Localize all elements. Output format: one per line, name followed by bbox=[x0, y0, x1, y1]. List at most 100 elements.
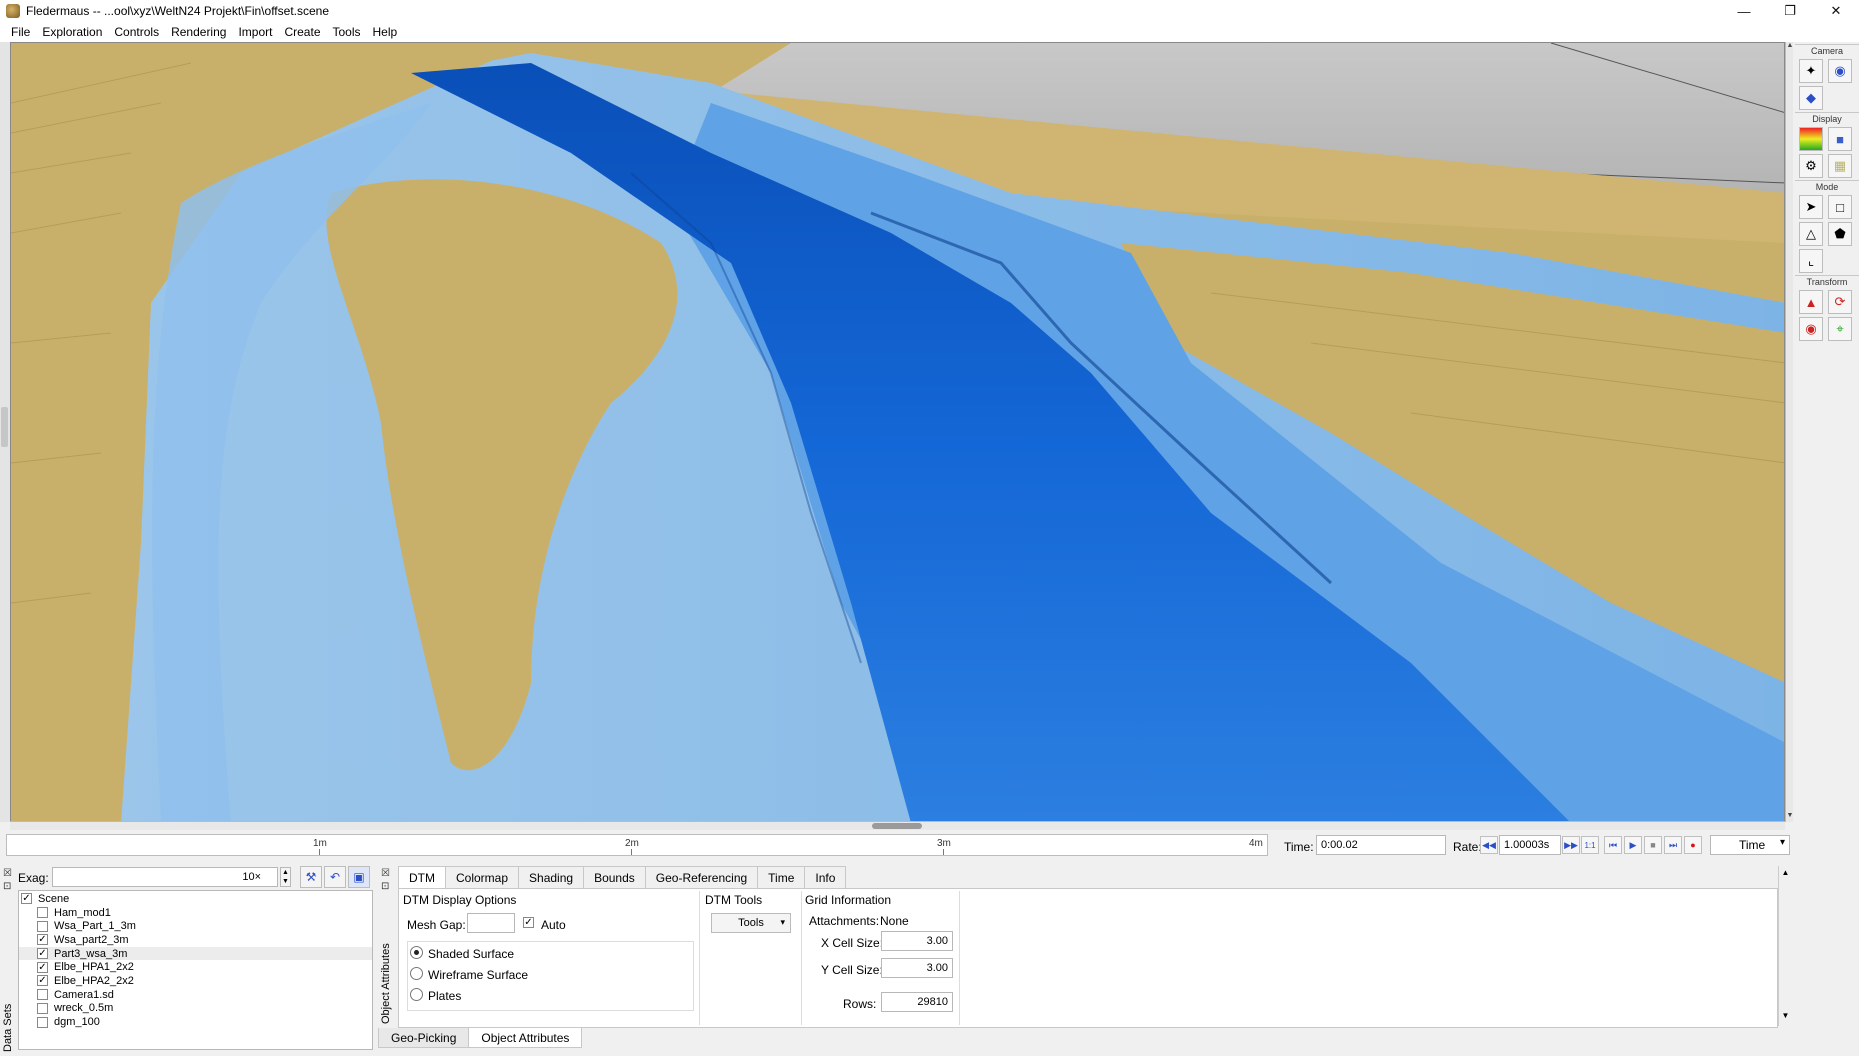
scroll-up-icon[interactable]: ▲ bbox=[1779, 868, 1792, 877]
tab-dtm[interactable]: DTM bbox=[398, 866, 446, 889]
time-mode-select[interactable]: Time ▾ bbox=[1710, 835, 1790, 855]
cube-view-icon[interactable]: ■ bbox=[1828, 127, 1852, 151]
camera-orbit-icon[interactable]: ✦ bbox=[1799, 59, 1823, 83]
tab-geo-picking[interactable]: Geo-Picking bbox=[378, 1028, 470, 1048]
scroll-up-icon[interactable]: ▲ bbox=[1786, 42, 1794, 52]
float-panel-icon[interactable]: ⊡ bbox=[381, 882, 391, 892]
scroll-down-icon[interactable]: ▼ bbox=[1786, 812, 1794, 822]
tree-item[interactable]: Wsa_Part_1_3m bbox=[19, 919, 372, 933]
rate-faster-icon[interactable]: ▶▶ bbox=[1562, 836, 1580, 854]
tree-item[interactable]: Camera1.sd bbox=[19, 988, 372, 1002]
texture-icon[interactable]: ▦ bbox=[1828, 154, 1852, 178]
camera-fly-icon[interactable]: ◉ bbox=[1828, 59, 1852, 83]
scroll-down-icon[interactable]: ▼ bbox=[1779, 1011, 1792, 1020]
viewport-horizontal-scrollbar[interactable] bbox=[10, 821, 1785, 830]
rect-select-icon[interactable]: □ bbox=[1828, 195, 1852, 219]
tree-item[interactable]: Ham_mod1 bbox=[19, 906, 372, 920]
tab-time[interactable]: Time bbox=[757, 866, 806, 888]
tree-item[interactable]: wreck_0.5m bbox=[19, 1002, 372, 1016]
rows-field[interactable]: 29810 bbox=[881, 992, 953, 1012]
tree-item[interactable]: dgm_100 bbox=[19, 1015, 372, 1029]
menu-controls[interactable]: Controls bbox=[108, 25, 165, 39]
timeline-ruler[interactable]: 1m 2m 3m 4m bbox=[6, 834, 1268, 856]
colorbar-icon[interactable] bbox=[1799, 127, 1823, 151]
dock-splitter-handle[interactable] bbox=[1, 407, 8, 447]
menu-rendering[interactable]: Rendering bbox=[165, 25, 232, 39]
tab-object-attributes[interactable]: Object Attributes bbox=[468, 1028, 583, 1048]
exag-input[interactable]: 10× bbox=[52, 867, 278, 887]
auto-checkbox[interactable]: ✓ bbox=[523, 917, 534, 928]
axes-icon[interactable]: ⌖ bbox=[1828, 317, 1852, 341]
polygon-select-icon[interactable]: ⬟ bbox=[1828, 222, 1852, 246]
undo-icon[interactable]: ↶ bbox=[324, 866, 346, 888]
menu-import[interactable]: Import bbox=[232, 25, 278, 39]
plates-radio[interactable] bbox=[410, 988, 423, 1001]
tree-item-checkbox[interactable] bbox=[37, 1016, 48, 1028]
tree-item-checkbox[interactable] bbox=[37, 989, 48, 1001]
menu-file[interactable]: File bbox=[5, 25, 36, 39]
exag-label: Exag: bbox=[18, 871, 49, 885]
close-icon[interactable]: ✕ bbox=[1813, 0, 1859, 22]
tree-item-checkbox[interactable]: ✓ bbox=[37, 975, 48, 987]
tree-item-checkbox[interactable] bbox=[37, 907, 48, 919]
rate-field[interactable]: 1.00003s bbox=[1499, 835, 1561, 855]
exag-stepper[interactable]: ▲ ▼ bbox=[280, 867, 291, 887]
tree-item-checkbox[interactable] bbox=[37, 1002, 48, 1014]
time-field[interactable]: 0:00.02 bbox=[1316, 835, 1446, 855]
tree-item-checkbox[interactable]: ✓ bbox=[21, 893, 32, 905]
stop-icon[interactable]: ■ bbox=[1644, 836, 1662, 854]
minimize-icon[interactable]: — bbox=[1721, 0, 1767, 22]
rate-slower-icon[interactable]: ◀◀ bbox=[1480, 836, 1498, 854]
tree-item[interactable]: ✓ Part3_wsa_3m bbox=[19, 946, 372, 961]
scroll-thumb[interactable] bbox=[872, 823, 922, 829]
mesh-gap-input[interactable] bbox=[467, 913, 515, 933]
tab-colormap[interactable]: Colormap bbox=[445, 866, 520, 888]
tree-item-checkbox[interactable]: ✓ bbox=[37, 948, 48, 960]
wireframe-surface-radio[interactable] bbox=[410, 967, 423, 980]
tree-item-checkbox[interactable]: ✓ bbox=[37, 934, 48, 946]
tree-item[interactable]: ✓ Elbe_HPA1_2x2 bbox=[19, 960, 372, 974]
tree-item-label: wreck_0.5m bbox=[54, 1002, 114, 1015]
translate-icon[interactable]: ▲ bbox=[1799, 290, 1823, 314]
3d-viewport[interactable] bbox=[10, 42, 1785, 822]
tab-bounds[interactable]: Bounds bbox=[583, 866, 646, 888]
close-panel-icon[interactable]: ☒ bbox=[3, 869, 13, 879]
attributes-scrollbar[interactable]: ▲ ▼ bbox=[1778, 866, 1792, 1026]
select-pointer-icon[interactable]: ➤ bbox=[1799, 195, 1823, 219]
shaded-surface-radio[interactable] bbox=[410, 946, 423, 959]
rotate-icon[interactable]: ⟳ bbox=[1828, 290, 1852, 314]
go-end-icon[interactable]: ⏭ bbox=[1664, 836, 1682, 854]
go-start-icon[interactable]: ⏮ bbox=[1604, 836, 1622, 854]
menu-exploration[interactable]: Exploration bbox=[36, 25, 108, 39]
y-cell-size-field[interactable]: 3.00 bbox=[881, 958, 953, 978]
tree-item-checkbox[interactable] bbox=[37, 920, 48, 932]
menu-tools[interactable]: Tools bbox=[327, 25, 367, 39]
tree-item[interactable]: ✓ Wsa_part2_3m bbox=[19, 933, 372, 947]
viewport-vertical-scrollbar[interactable]: ▲ ▼ bbox=[1785, 42, 1793, 822]
tab-shading[interactable]: Shading bbox=[518, 866, 585, 888]
menu-create[interactable]: Create bbox=[278, 25, 326, 39]
pick-icon[interactable]: ⚒ bbox=[300, 866, 322, 888]
light-source-icon[interactable]: ⚙ bbox=[1799, 154, 1823, 178]
measure-icon[interactable]: ⌞ bbox=[1799, 249, 1823, 273]
record-icon[interactable]: ● bbox=[1684, 836, 1702, 854]
scale-icon[interactable]: ◉ bbox=[1799, 317, 1823, 341]
x-cell-size-field[interactable]: 3.00 bbox=[881, 931, 953, 951]
tree-item-checkbox[interactable]: ✓ bbox=[37, 961, 48, 973]
camera-walk-icon[interactable]: ◆ bbox=[1799, 86, 1823, 110]
close-panel-icon[interactable]: ☒ bbox=[381, 869, 391, 879]
tree-item[interactable]: ✓ Scene bbox=[19, 892, 372, 906]
restore-icon[interactable]: ❐ bbox=[1767, 0, 1813, 22]
tree-item-label: dgm_100 bbox=[54, 1016, 100, 1029]
play-icon[interactable]: ▶ bbox=[1624, 836, 1642, 854]
datasets-tree[interactable]: ✓ Scene Ham_mod1 Wsa_Part_1_3m ✓ Wsa_part2_3m… bbox=[18, 890, 373, 1050]
tree-item[interactable]: ✓ Elbe_HPA2_2x2 bbox=[19, 974, 372, 988]
rate-reset-button[interactable]: 1:1 bbox=[1581, 836, 1599, 854]
lasso-icon[interactable]: △ bbox=[1799, 222, 1823, 246]
lock-icon[interactable]: ▣ bbox=[348, 866, 370, 888]
tools-dropdown-button[interactable]: Tools ▾ bbox=[711, 913, 791, 933]
menu-help[interactable]: Help bbox=[367, 25, 404, 39]
tab-geo-referencing[interactable]: Geo-Referencing bbox=[644, 866, 759, 888]
float-panel-icon[interactable]: ⊡ bbox=[3, 882, 13, 892]
tab-info[interactable]: Info bbox=[804, 866, 847, 888]
